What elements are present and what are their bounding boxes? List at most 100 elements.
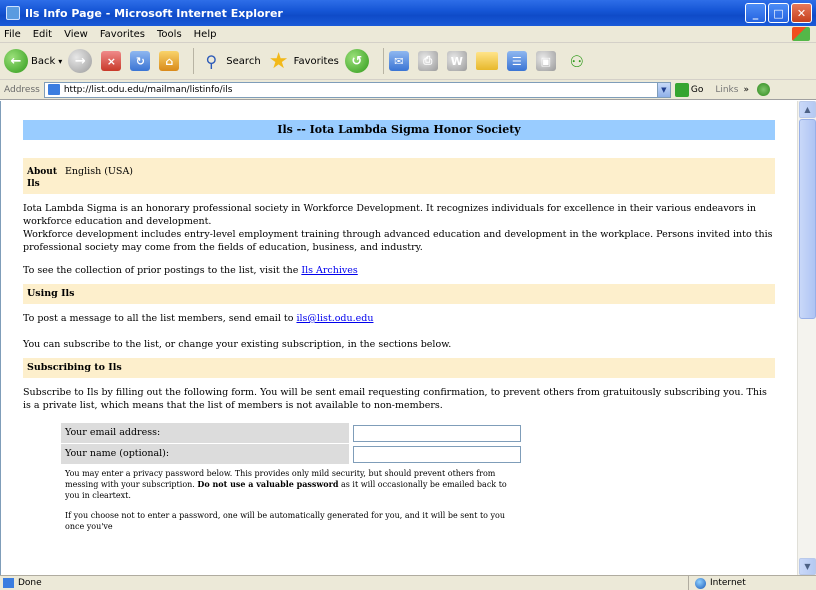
subscribing-heading: Subscribing to Ils	[23, 358, 775, 378]
archives-paragraph: To see the collection of prior postings …	[23, 264, 775, 277]
ie-icon	[6, 6, 20, 20]
edit-button[interactable]: W	[446, 51, 470, 71]
post-text: To post a message to all the list member…	[23, 313, 294, 324]
history-button[interactable]: ↺	[344, 49, 372, 73]
search-icon: ⚲	[205, 51, 218, 71]
favorites-star-icon: ★	[268, 48, 289, 74]
mail-icon: ✉	[388, 51, 409, 71]
print-button[interactable]: ⎙	[417, 51, 441, 71]
menu-file[interactable]: File	[4, 29, 21, 40]
using-heading: Using Ils	[23, 284, 775, 304]
home-icon: ⌂	[159, 51, 180, 71]
intro-paragraph: Iota Lambda Sigma is an honorary profess…	[23, 202, 775, 254]
about-label: About Ils	[27, 167, 57, 189]
name-label: Your name (optional):	[61, 444, 349, 464]
menu-view[interactable]: View	[64, 29, 88, 40]
subscribe-form: Your email address: Your name (optional)…	[61, 423, 523, 532]
home-button[interactable]: ⌂	[159, 51, 182, 71]
messenger-icon: ▣	[535, 51, 556, 71]
status-page-icon	[3, 578, 14, 588]
go-label: Go	[690, 84, 704, 95]
archives-text: To see the collection of prior postings …	[23, 265, 299, 276]
history-icon: ↺	[344, 49, 369, 73]
windows-logo-icon	[792, 27, 810, 41]
intro-text-1: Iota Lambda Sigma is an honorary profess…	[23, 203, 756, 227]
users-icon: ⚇	[569, 51, 584, 71]
back-arrow-icon: ←	[4, 49, 28, 73]
window-controls: _ □ ✕	[745, 3, 812, 23]
refresh-icon: ↻	[130, 51, 151, 71]
page-title: Ils -- Iota Lambda Sigma Honor Society	[23, 120, 775, 140]
password-note: You may enter a privacy password below. …	[61, 468, 523, 501]
back-button[interactable]: ← Back ▾	[4, 49, 62, 73]
window-titlebar[interactable]: Ils Info Page - Microsoft Internet Explo…	[0, 0, 816, 26]
folder-icon	[475, 52, 498, 70]
page-content: Ils -- Iota Lambda Sigma Honor Society A…	[1, 120, 797, 532]
edit-icon: W	[446, 51, 467, 71]
favorites-label: Favorites	[293, 55, 339, 67]
email-field[interactable]	[353, 425, 521, 442]
status-text: Done	[18, 578, 42, 588]
zone-label: Internet	[710, 578, 746, 588]
globe-icon	[695, 577, 706, 589]
forward-arrow-icon: →	[68, 49, 93, 73]
folder-button[interactable]	[475, 52, 501, 70]
scroll-up-icon[interactable]: ▲	[799, 101, 816, 118]
password-note-bold: Do not use a valuable password	[197, 479, 339, 489]
address-label: Address	[4, 84, 40, 95]
name-field[interactable]	[353, 446, 521, 463]
post-email-link[interactable]: ils@list.odu.edu	[296, 313, 373, 324]
scroll-down-icon[interactable]: ▼	[799, 558, 816, 575]
post-paragraph: To post a message to all the list member…	[23, 312, 775, 325]
back-label: Back	[31, 55, 56, 67]
addon-icon[interactable]	[756, 83, 770, 96]
back-dropdown-icon[interactable]: ▾	[58, 57, 62, 66]
menu-bar: File Edit View Favorites Tools Help	[0, 26, 816, 43]
toolbar: ← Back ▾ → × ↻ ⌂ ⚲ Search ★ Favorites ↺ …	[0, 43, 816, 80]
go-button[interactable]: Go	[674, 82, 704, 97]
search-label: Search	[226, 55, 261, 67]
research-icon: ☰	[506, 51, 527, 71]
name-row: Your name (optional):	[61, 444, 523, 464]
forward-button[interactable]: →	[68, 49, 95, 73]
intro-text-2: Workforce development includes entry-lev…	[23, 229, 773, 253]
stop-button[interactable]: ×	[101, 51, 124, 71]
research-button[interactable]: ☰	[506, 51, 530, 71]
page-viewport: Ils -- Iota Lambda Sigma Honor Society A…	[0, 101, 797, 575]
subscribing-paragraph: Subscribe to Ils by filling out the foll…	[23, 387, 767, 411]
address-input[interactable]: http://list.odu.edu/mailman/listinfo/ils	[43, 81, 658, 98]
chevron-right-icon[interactable]: »	[743, 85, 749, 95]
toolbar-separator	[193, 48, 195, 74]
mail-button[interactable]: ✉	[388, 51, 412, 71]
vertical-scrollbar[interactable]: ▲ ▼	[797, 101, 816, 575]
email-label: Your email address:	[61, 423, 349, 443]
menu-favorites[interactable]: Favorites	[100, 29, 145, 40]
toolbar-separator	[382, 48, 384, 74]
maximize-button[interactable]: □	[768, 3, 789, 23]
password-note-3: If you choose not to enter a password, o…	[65, 511, 506, 531]
window-title: Ils Info Page - Microsoft Internet Explo…	[25, 6, 283, 20]
users-button[interactable]: ⚇	[565, 49, 592, 73]
scrollbar-thumb[interactable]	[799, 119, 816, 319]
close-button[interactable]: ✕	[791, 3, 812, 23]
links-button[interactable]: Links	[715, 85, 738, 95]
favorites-button[interactable]: ★ Favorites	[267, 48, 339, 74]
archives-link[interactable]: Ils Archives	[301, 265, 357, 276]
subscribe-paragraph: You can subscribe to the list, or change…	[23, 339, 452, 350]
menu-help[interactable]: Help	[194, 29, 217, 40]
security-zone: Internet	[688, 576, 816, 590]
go-arrow-icon	[674, 82, 689, 97]
minimize-button[interactable]: _	[745, 3, 766, 23]
messenger-button[interactable]: ▣	[535, 51, 559, 71]
status-bar: Done Internet	[0, 575, 816, 590]
address-dropdown-icon[interactable]: ▼	[656, 81, 671, 98]
address-bar: Address http://list.odu.edu/mailman/list…	[0, 80, 816, 100]
menu-edit[interactable]: Edit	[33, 29, 52, 40]
print-icon: ⎙	[417, 51, 438, 71]
about-value: English (USA)	[65, 166, 134, 177]
menu-tools[interactable]: Tools	[157, 29, 182, 40]
refresh-button[interactable]: ↻	[130, 51, 153, 71]
stop-icon: ×	[101, 51, 122, 71]
search-button[interactable]: ⚲ Search	[199, 49, 260, 73]
page-icon	[47, 84, 60, 95]
